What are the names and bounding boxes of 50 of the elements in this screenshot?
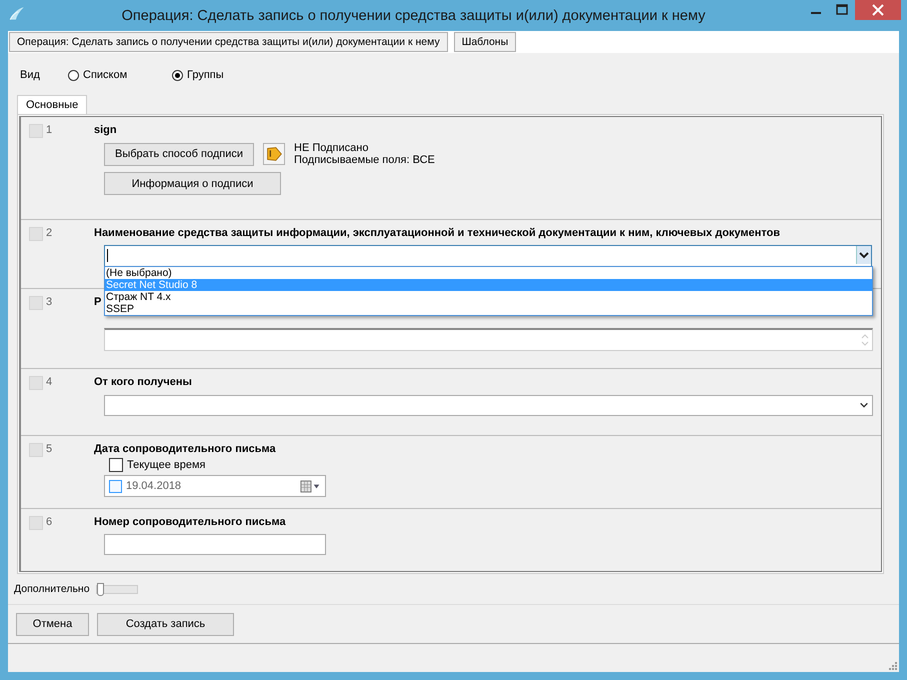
extra-slider[interactable] — [96, 584, 138, 594]
tag-icon — [263, 143, 285, 165]
row-number: 4 — [46, 376, 52, 388]
combo-field[interactable] — [104, 245, 872, 267]
select-field[interactable] — [104, 395, 873, 416]
calendar-icon[interactable] — [300, 480, 322, 492]
extra-label: Дополнительно — [14, 583, 90, 595]
window-title: Операция: Сделать запись о получении средства защиты и(или) документации к нему — [120, 8, 706, 24]
chevron-down-icon[interactable] — [856, 246, 871, 264]
field-label: От кого получены — [94, 376, 192, 388]
view-label: Вид — [20, 69, 41, 81]
sign-method-button[interactable]: Выбрать способ подписи — [104, 142, 254, 166]
row-checkbox[interactable] — [29, 376, 43, 390]
chevron-down-icon — [859, 400, 869, 410]
field-label: Наименование средства защиты информации, эксплуатационной и технической документации к ним, ключевых документов — [94, 227, 780, 239]
view-radio[interactable]: Списком — [68, 69, 172, 81]
row-checkbox[interactable] — [29, 443, 43, 457]
current-time-checkbox[interactable]: Текущее время — [109, 458, 873, 472]
row-number: 5 — [46, 443, 52, 455]
close-button[interactable] — [855, 0, 901, 20]
sign-info-button[interactable]: Информация о подписи — [104, 172, 281, 195]
row-checkbox[interactable] — [29, 296, 43, 310]
dropdown-option[interactable]: (Не выбрано) — [105, 267, 872, 279]
toolbar-button[interactable]: Операция: Сделать запись о получении средства защиты и(или) документации к нему — [9, 32, 448, 52]
dropdown-option[interactable]: SSEP — [105, 303, 872, 315]
field-label: Р — [94, 296, 102, 308]
date-field[interactable]: 19.04.2018 — [104, 475, 326, 497]
field-label: sign — [94, 124, 117, 136]
field-label: Дата сопроводительного письма — [94, 443, 276, 455]
view-radio[interactable]: Группы — [172, 69, 276, 81]
text-field[interactable] — [104, 534, 326, 555]
dropdown-option[interactable]: Страж NT 4.x — [105, 291, 872, 303]
row-number: 1 — [46, 124, 52, 136]
resize-grip-icon[interactable] — [889, 662, 897, 670]
text-area[interactable] — [104, 328, 873, 351]
row-number: 6 — [46, 516, 52, 528]
tab[interactable]: Основные — [17, 95, 88, 114]
row-number: 3 — [46, 296, 52, 308]
slider-handle[interactable] — [96, 582, 104, 596]
row-checkbox[interactable] — [29, 124, 43, 138]
signed-fields: Подписываемые поля: ВСЕ — [294, 154, 435, 166]
field-label: Номер сопроводительного письма — [94, 516, 286, 528]
app-icon — [8, 5, 26, 23]
row-checkbox[interactable] — [29, 227, 43, 241]
footer-button[interactable]: Отмена — [16, 612, 89, 636]
toolbar-button[interactable]: Шаблоны — [454, 32, 516, 52]
row-number: 2 — [46, 227, 52, 239]
sign-status: НЕ Подписано — [294, 142, 370, 154]
footer-button[interactable]: Создать запись — [97, 612, 234, 636]
row-checkbox[interactable] — [29, 516, 43, 530]
